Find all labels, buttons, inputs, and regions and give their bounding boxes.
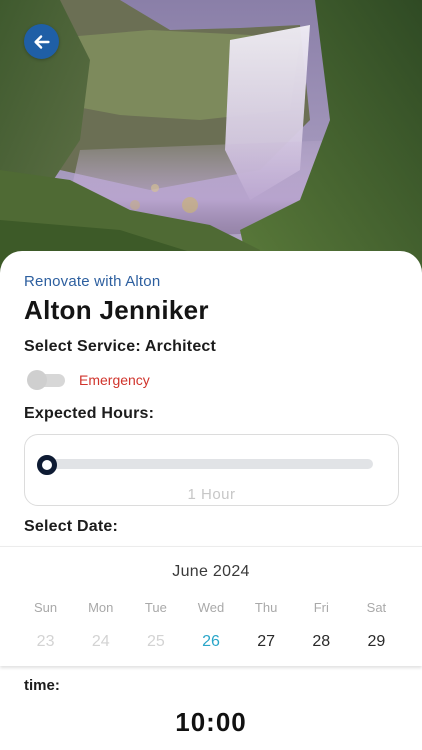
day-cell[interactable]: 28	[294, 633, 349, 651]
weekday-row: Sun Mon Tue Wed Thu Fri Sat	[18, 600, 404, 615]
back-button[interactable]	[24, 24, 59, 59]
day-cell-today[interactable]: 26	[183, 633, 238, 651]
time-label: time:	[24, 677, 60, 694]
toggle-knob	[27, 370, 47, 390]
hours-slider-card: 1 Hour	[24, 434, 399, 506]
hours-slider-track[interactable]	[47, 459, 373, 469]
weekday-label: Thu	[254, 600, 278, 615]
weekday-label: Sat	[366, 600, 387, 615]
expected-hours-label: Expected Hours:	[24, 405, 155, 422]
emergency-toggle[interactable]	[27, 370, 67, 390]
provider-name: Alton Jenniker	[24, 295, 209, 325]
hero-image	[0, 0, 422, 275]
weekday-label: Fri	[313, 600, 329, 615]
weekday-label: Mon	[88, 600, 114, 615]
provider-eyebrow: Renovate with Alton	[24, 273, 161, 290]
day-cell[interactable]: 27	[239, 633, 294, 651]
day-cell: 23	[36, 633, 55, 650]
weekday-label: Tue	[144, 600, 167, 615]
hours-value: 1 Hour	[187, 486, 236, 503]
day-cell: 24	[91, 633, 110, 650]
waterfall-photo	[0, 0, 422, 275]
service-label[interactable]: Select Service: Architect	[24, 338, 216, 356]
month-title: June 2024	[172, 563, 250, 580]
hours-slider-thumb[interactable]	[37, 455, 57, 475]
select-date-label: Select Date:	[24, 518, 118, 535]
day-row: 23 24 25 26 27 28 29	[18, 633, 404, 651]
date-picker: June 2024 Sun Mon Tue Wed Thu Fri Sat 23…	[0, 546, 422, 666]
time-value[interactable]: 10:00	[0, 707, 422, 738]
weekday-label: Wed	[197, 600, 225, 615]
weekday-label: Sun	[34, 600, 58, 615]
arrow-left-icon	[33, 34, 50, 49]
emergency-label: Emergency	[79, 372, 150, 388]
day-cell[interactable]: 29	[349, 633, 404, 651]
day-cell: 25	[146, 633, 165, 650]
